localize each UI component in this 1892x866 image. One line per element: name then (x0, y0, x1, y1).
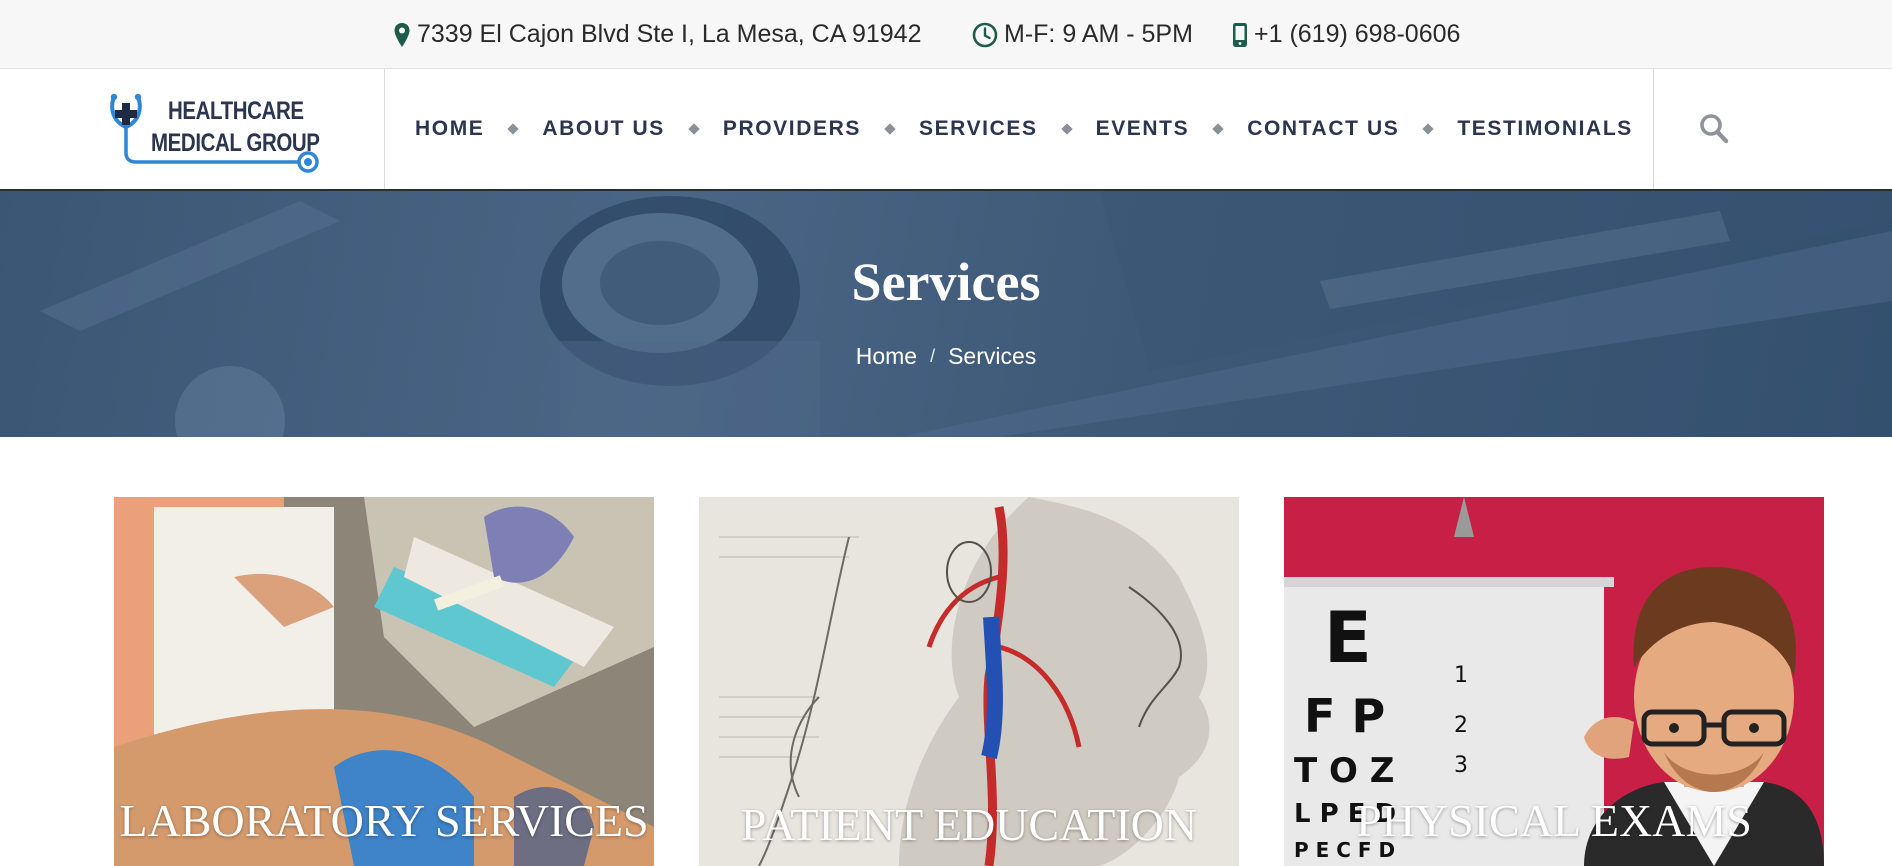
nav-separator (688, 123, 700, 135)
header-divider-left (384, 69, 385, 189)
logo-line-1: HEALTHCARE (168, 97, 304, 125)
svg-text:1: 1 (1454, 663, 1468, 688)
hours-info: M-F: 9 AM - 5PM (972, 0, 1193, 69)
search-icon (1700, 114, 1729, 144)
address-text: 7339 El Cajon Blvd Ste I, La Mesa, CA 91… (417, 20, 922, 48)
service-card-title: PHYSICAL EXAMS (1356, 795, 1752, 846)
nav-separator (1212, 123, 1224, 135)
service-card-physical-exams[interactable]: E F P T O Z L P E D P E C F D 1 2 3 PHYS… (1284, 497, 1824, 866)
header-divider-right (1653, 69, 1654, 189)
main-nav: HOME ABOUT US PROVIDERS SERVICES EVENTS … (415, 69, 1633, 189)
nav-contact-us[interactable]: CONTACT US (1247, 117, 1399, 141)
svg-text:T O Z: T O Z (1294, 751, 1394, 791)
breadcrumb-current: Services (948, 343, 1037, 369)
stethoscope-background-image (40, 191, 1892, 437)
breadcrumb-home-link[interactable]: Home (856, 343, 917, 370)
site-header: HEALTHCARE MEDICAL GROUP HOME ABOUT US P… (0, 69, 1892, 191)
phone-info: +1 (619) 698-0606 (1232, 0, 1460, 69)
clock-icon (972, 22, 998, 47)
nav-testimonials[interactable]: TESTIMONIALS (1457, 117, 1633, 141)
service-card-laboratory[interactable]: LABORATORY SERVICES (114, 497, 654, 866)
breadcrumb-separator: / (930, 346, 936, 366)
svg-text:3: 3 (1454, 753, 1468, 778)
nav-services[interactable]: SERVICES (919, 117, 1038, 141)
nav-separator (884, 123, 896, 135)
site-logo[interactable]: HEALTHCARE MEDICAL GROUP (108, 91, 324, 175)
nav-separator (1422, 123, 1434, 135)
nav-providers[interactable]: PROVIDERS (723, 117, 861, 141)
nav-events[interactable]: EVENTS (1096, 117, 1190, 141)
page-title: Services (851, 252, 1041, 312)
logo-line-2: MEDICAL GROUP (151, 129, 320, 157)
nav-home[interactable]: HOME (415, 117, 484, 141)
hours-text: M-F: 9 AM - 5PM (1004, 20, 1193, 48)
nav-separator (507, 123, 520, 135)
map-pin-icon (394, 22, 410, 47)
top-info-bar: 7339 El Cajon Blvd Ste I, La Mesa, CA 91… (0, 0, 1892, 69)
service-card-title: PATIENT EDUCATION (740, 799, 1198, 850)
svg-text:E: E (1324, 597, 1372, 679)
nav-about-us[interactable]: ABOUT US (542, 117, 664, 141)
nav-separator (1060, 123, 1073, 135)
svg-text:2: 2 (1454, 713, 1468, 738)
service-card-title: LABORATORY SERVICES (119, 795, 649, 846)
svg-text:F P: F P (1304, 689, 1385, 743)
page-hero: Services Home / Services (0, 191, 1892, 437)
service-card-patient-education[interactable]: PATIENT EDUCATION (699, 497, 1239, 866)
search-button[interactable] (1698, 112, 1730, 146)
phone-text[interactable]: +1 (619) 698-0606 (1254, 20, 1460, 49)
breadcrumb: Home / Services (0, 343, 1892, 370)
address-info: 7339 El Cajon Blvd Ste I, La Mesa, CA 91… (393, 0, 921, 69)
mobile-phone-icon (1233, 22, 1247, 47)
